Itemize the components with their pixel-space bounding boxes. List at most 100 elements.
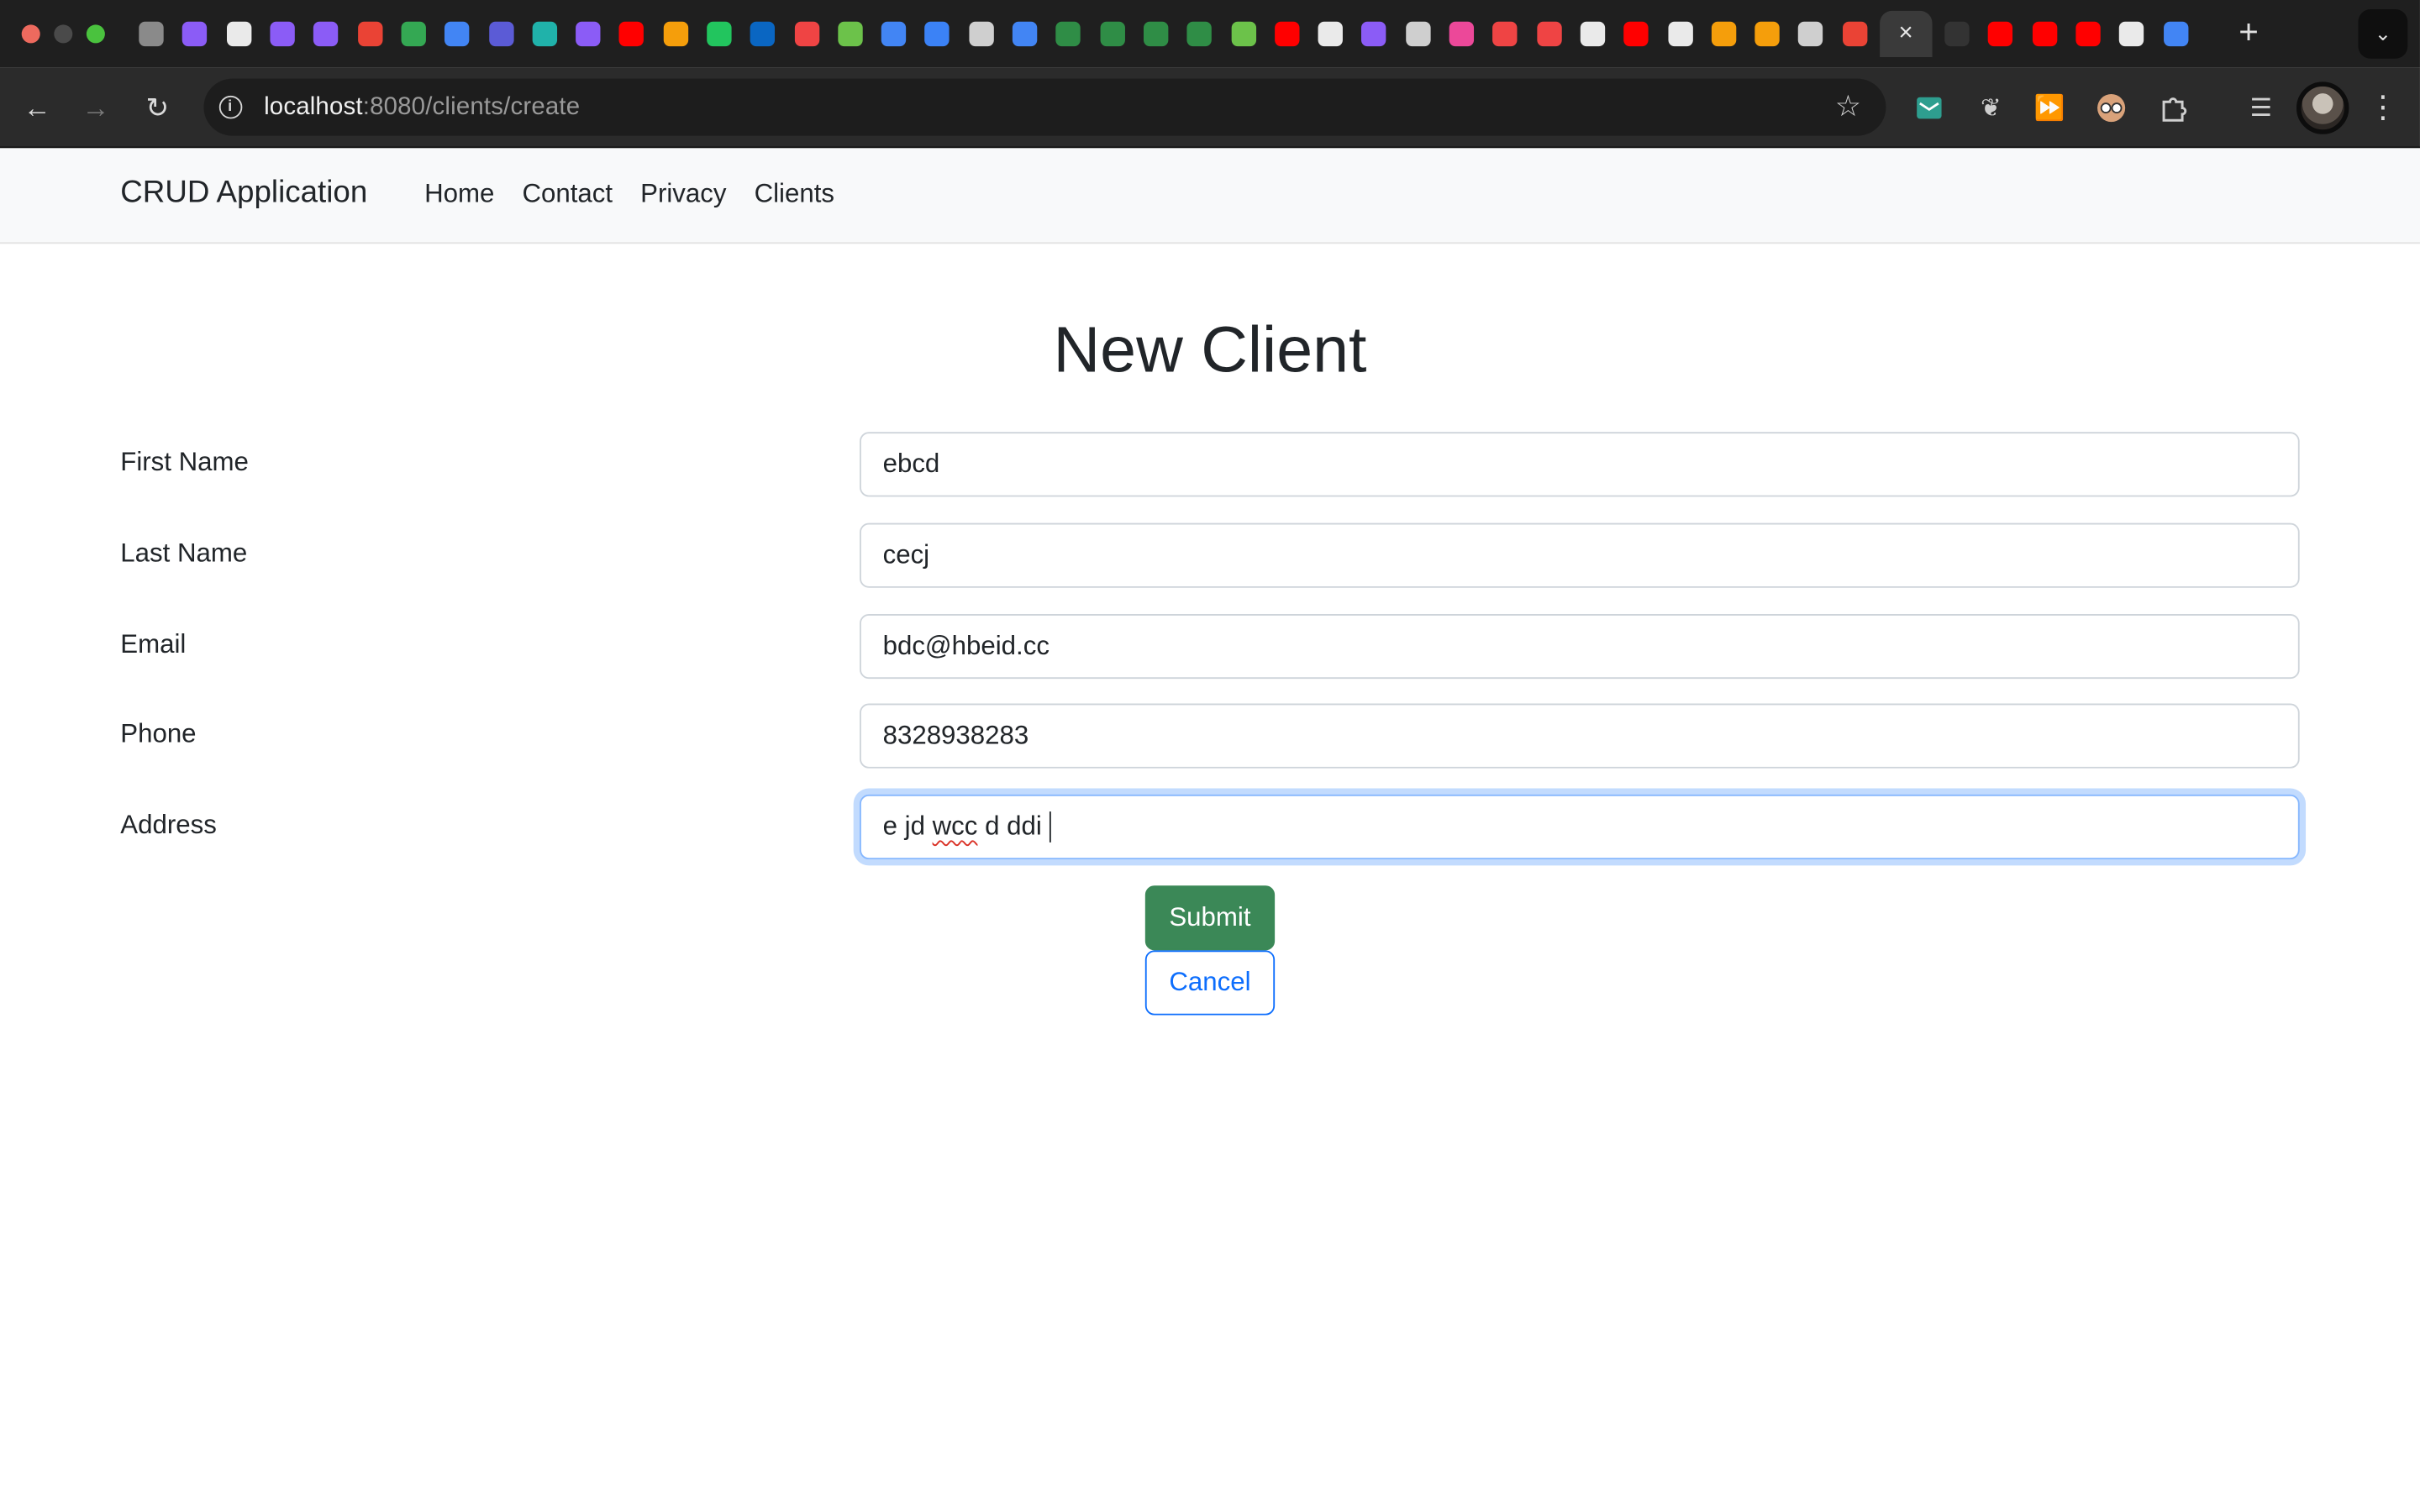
tab-favicon-icon[interactable] xyxy=(1353,14,1397,55)
address-input[interactable]: e jd wcc d ddi xyxy=(860,794,2300,860)
tab-favicon-icon[interactable] xyxy=(1745,14,1789,55)
site-info-button[interactable]: i xyxy=(212,89,249,126)
last-name-row: Last Name cecj xyxy=(120,522,2300,588)
tab-favicon-icon[interactable] xyxy=(1439,14,1483,55)
tab-favicon-icon[interactable] xyxy=(1483,14,1527,55)
tab-favicon-icon[interactable] xyxy=(217,14,260,55)
favicon-glyph xyxy=(663,21,688,47)
forward-button[interactable]: → xyxy=(76,88,116,129)
tab-favicon-icon[interactable] xyxy=(829,14,872,55)
tab-favicon-icon[interactable] xyxy=(1935,14,1979,55)
email-input[interactable]: bdc@hbeid.cc xyxy=(860,614,2300,680)
nav-link-privacy[interactable]: Privacy xyxy=(640,179,726,210)
tab-favicon-icon[interactable] xyxy=(2154,14,2197,55)
arrow-left-icon: ← xyxy=(23,92,51,123)
tab-favicon-icon[interactable] xyxy=(697,14,741,55)
tab-favicon-icon[interactable] xyxy=(2110,14,2154,55)
tab-favicon-icon[interactable] xyxy=(392,14,435,55)
address-label: Address xyxy=(120,810,217,840)
tab-favicon-icon[interactable] xyxy=(566,14,610,55)
tab-favicon-icon[interactable] xyxy=(916,14,960,55)
address-text-post: d ddi xyxy=(977,811,1042,842)
reload-button[interactable]: ↻ xyxy=(137,88,177,129)
window-minimize-button[interactable] xyxy=(54,24,73,44)
favicon-glyph xyxy=(1186,21,1213,47)
tab-favicon-icon[interactable] xyxy=(960,14,1003,55)
favicon-glyph xyxy=(2032,21,2057,47)
glasses-svg xyxy=(2097,94,2126,123)
tab-favicon-icon[interactable] xyxy=(1178,14,1222,55)
tab-favicon-icon[interactable] xyxy=(2066,14,2110,55)
active-tab-close-button[interactable]: × xyxy=(1879,10,1933,57)
favicon-glyph xyxy=(2119,21,2144,47)
tab-favicon-icon[interactable] xyxy=(129,14,173,55)
extensions-puzzle-icon[interactable] xyxy=(2154,90,2191,127)
nav-link-contact[interactable]: Contact xyxy=(522,179,613,210)
tab-favicon-icon[interactable] xyxy=(1222,14,1265,55)
browser-menu-icon[interactable]: ⋮ xyxy=(2365,90,2402,127)
nav-link-home[interactable]: Home xyxy=(424,179,494,210)
back-button[interactable]: ← xyxy=(17,88,57,129)
favicon-glyph xyxy=(488,21,513,47)
tab-favicon-icon[interactable] xyxy=(1979,14,2023,55)
bookmark-star-icon[interactable]: ☆ xyxy=(1835,90,1861,125)
extension-bird-icon[interactable]: ❦ xyxy=(1972,90,2009,127)
tab-favicon-icon[interactable] xyxy=(610,14,654,55)
tab-favicon-icon[interactable] xyxy=(1396,14,1439,55)
tab-favicon-icon[interactable] xyxy=(1614,14,1658,55)
tab-favicon-icon[interactable] xyxy=(872,14,916,55)
email-label: Email xyxy=(120,629,187,659)
nav-link-clients[interactable]: Clients xyxy=(755,179,834,210)
tab-favicon-icon[interactable] xyxy=(1789,14,1833,55)
cancel-button[interactable]: Cancel xyxy=(1144,950,1276,1016)
tab-favicon-icon[interactable] xyxy=(1658,14,1702,55)
favicon-glyph xyxy=(925,21,950,47)
favicon-glyph xyxy=(1754,21,1780,47)
favicon-glyph xyxy=(1944,21,1970,47)
tab-favicon-icon[interactable] xyxy=(785,14,829,55)
tab-favicon-icon[interactable] xyxy=(1134,14,1178,55)
address-bar[interactable]: i localhost:8080/clients/create ☆ xyxy=(203,78,1886,136)
favicon-glyph xyxy=(1798,21,1823,47)
profile-avatar[interactable] xyxy=(2296,81,2349,134)
submit-button[interactable]: Submit xyxy=(1144,885,1276,951)
navbar-brand[interactable]: CRUD Application xyxy=(120,176,367,211)
tab-search-button[interactable]: ⌄ xyxy=(2358,9,2408,59)
tab-favicon-icon[interactable] xyxy=(1091,14,1134,55)
tab-favicon-icon[interactable] xyxy=(173,14,217,55)
tab-favicon-icon[interactable] xyxy=(1003,14,1047,55)
last-name-input[interactable]: cecj xyxy=(860,522,2300,588)
tab-favicon-icon[interactable] xyxy=(304,14,348,55)
favicon-glyph xyxy=(357,21,382,47)
tab-favicon-icon[interactable] xyxy=(523,14,566,55)
new-tab-button[interactable]: + xyxy=(2232,14,2265,49)
tab-favicon-icon[interactable] xyxy=(435,14,479,55)
favicon-glyph xyxy=(445,21,470,47)
tab-favicon-icon[interactable] xyxy=(479,14,523,55)
tab-favicon-icon[interactable] xyxy=(1570,14,1614,55)
tab-favicon-icon[interactable] xyxy=(1047,14,1091,55)
tab-favicon-icon[interactable] xyxy=(654,14,697,55)
tab-favicon-icon[interactable] xyxy=(1702,14,1745,55)
arrow-right-icon: → xyxy=(82,92,110,123)
tab-favicon-icon[interactable] xyxy=(741,14,785,55)
favicon-glyph xyxy=(1711,21,1736,47)
tab-favicon-icon[interactable] xyxy=(1309,14,1353,55)
favicon-glyph xyxy=(401,21,426,47)
first-name-input[interactable]: ebcd xyxy=(860,432,2300,497)
media-control-icon[interactable]: ☰ xyxy=(2243,90,2280,127)
tab-favicon-icon[interactable] xyxy=(260,14,304,55)
favicon-glyph xyxy=(313,21,339,47)
tab-favicon-icon[interactable] xyxy=(1833,14,1876,55)
app-navbar: CRUD Application Home Contact Privacy Cl… xyxy=(0,148,2420,244)
extension-fast-forward-icon[interactable]: ⏩ xyxy=(2031,90,2068,127)
extension-mail-icon[interactable] xyxy=(1911,90,1948,127)
window-maximize-button[interactable] xyxy=(86,24,105,44)
tab-favicon-icon[interactable] xyxy=(1265,14,1309,55)
tab-favicon-icon[interactable] xyxy=(1527,14,1570,55)
window-close-button[interactable] xyxy=(21,24,40,44)
extension-glasses-icon[interactable] xyxy=(2093,90,2130,127)
phone-input[interactable]: 8328938283 xyxy=(860,703,2300,769)
tab-favicon-icon[interactable] xyxy=(2023,14,2066,55)
tab-favicon-icon[interactable] xyxy=(348,14,392,55)
